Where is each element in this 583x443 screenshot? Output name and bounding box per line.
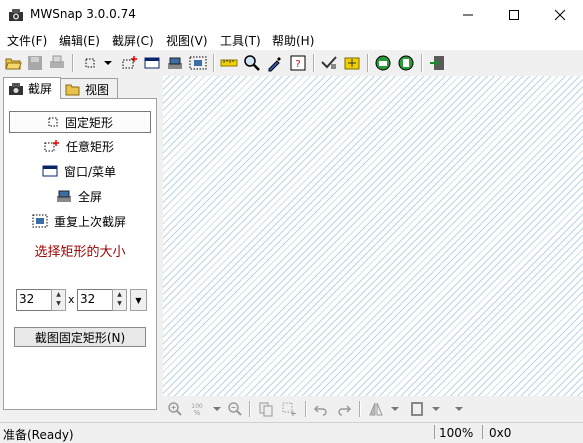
size-dropdown-button[interactable]: ▼ (130, 289, 147, 311)
status-zoom: 100% (439, 426, 474, 440)
hotkeys-icon[interactable] (343, 54, 361, 72)
window-icon[interactable] (143, 54, 161, 72)
dropdown-arrow-icon[interactable] (99, 54, 117, 72)
redo-icon[interactable] (336, 401, 352, 417)
down-arrow-icon[interactable]: ▼ (113, 299, 126, 308)
dropdown-arrow-icon[interactable] (209, 401, 225, 417)
size-separator: x (68, 293, 75, 306)
maximize-icon (509, 10, 519, 20)
repeat-icon (32, 214, 48, 228)
maximize-button[interactable] (491, 0, 537, 30)
svg-text:?: ? (295, 59, 300, 70)
width-spinner[interactable]: ▲ ▼ (51, 289, 66, 311)
up-arrow-icon[interactable]: ▲ (113, 290, 126, 299)
main-toolbar: ? (0, 50, 583, 77)
minimize-icon (463, 14, 473, 16)
height-input[interactable]: 32 (77, 289, 113, 311)
frame-icon[interactable] (409, 401, 425, 417)
zoom-percent-icon[interactable]: 100% (189, 401, 205, 417)
capture-fullscreen[interactable]: 全屏 (9, 186, 149, 206)
dropdown-arrow-icon: ▼ (135, 295, 142, 305)
up-arrow-icon[interactable]: ▲ (52, 290, 65, 299)
zoom-out-icon[interactable] (227, 401, 243, 417)
menu-help[interactable]: 帮助(H) (272, 32, 314, 49)
close-icon (554, 9, 566, 21)
fullscreen-icon (56, 190, 71, 202)
status-text: 准备(Ready) (3, 428, 74, 442)
menu-edit[interactable]: 编辑(E) (59, 32, 100, 49)
height-spinner[interactable]: ▲ ▼ (112, 289, 127, 311)
capture-window[interactable]: 窗口/菜单 (9, 161, 149, 181)
dropdown-arrow-icon[interactable] (428, 401, 444, 417)
image-canvas[interactable] (163, 76, 583, 396)
camera-icon (9, 82, 23, 95)
menu-capture[interactable]: 截屏(C) (112, 32, 154, 49)
undo-icon[interactable] (313, 401, 329, 417)
tab-label: 视图 (85, 82, 110, 97)
svg-text:%: % (194, 409, 201, 417)
exit-icon[interactable] (428, 54, 446, 72)
settings-icon[interactable] (320, 54, 338, 72)
fixed-rect-icon[interactable] (81, 54, 99, 72)
capture-repeat[interactable]: 重复上次截屏 (9, 211, 149, 231)
zoom-in-icon[interactable] (167, 401, 183, 417)
minimize-button[interactable] (445, 0, 491, 30)
print-icon[interactable] (48, 54, 66, 72)
down-arrow-icon[interactable]: ▼ (52, 299, 65, 308)
any-rect-icon[interactable] (121, 54, 139, 72)
window-icon (42, 165, 58, 177)
dropdown-arrow-icon[interactable] (387, 401, 403, 417)
view-toolbar: 100% (163, 396, 583, 422)
width-input[interactable]: 32 (16, 289, 52, 311)
close-button[interactable] (537, 0, 583, 30)
crop-icon[interactable] (281, 401, 297, 417)
title-bar: MWSnap 3.0.0.74 (0, 0, 583, 30)
dropdown-arrow-icon[interactable] (451, 401, 467, 417)
save-icon[interactable] (26, 54, 44, 72)
color-picker-icon[interactable] (266, 54, 284, 72)
any-rect-icon (44, 140, 59, 152)
tab-view[interactable]: 视图 (60, 78, 118, 99)
tab-capture[interactable]: 截屏 (3, 77, 61, 99)
folder-open-icon (65, 84, 80, 96)
magnifier-icon[interactable] (243, 54, 261, 72)
menu-tools[interactable]: 工具(T) (220, 32, 261, 49)
window-title: MWSnap 3.0.0.74 (30, 7, 136, 21)
left-panel: 截屏 视图 固定矩形 任意矩形 窗口/菜单 全屏 重复上次截屏 选择矩形的大小 … (0, 76, 163, 422)
repeat-icon[interactable] (189, 54, 207, 72)
hide-window-icon[interactable] (397, 54, 415, 72)
menu-file[interactable]: 文件(F) (7, 32, 47, 49)
capture-fixed-rect-button[interactable]: 截图固定矩形(N) (14, 327, 146, 347)
menu-view[interactable]: 视图(V) (166, 32, 208, 49)
minimize-to-tray-icon[interactable] (374, 54, 392, 72)
copy-icon[interactable] (258, 401, 274, 417)
camera-icon (9, 9, 23, 21)
menu-bar: 文件(F) 编辑(E) 截屏(C) 视图(V) 工具(T) 帮助(H) (0, 30, 583, 50)
tab-label: 截屏 (28, 82, 53, 96)
flip-icon[interactable] (368, 401, 384, 417)
capture-fixed-rect[interactable]: 固定矩形 (9, 111, 151, 133)
fixed-rect-icon (48, 117, 58, 127)
capture-panel: 固定矩形 任意矩形 窗口/菜单 全屏 重复上次截屏 选择矩形的大小 32 ▲ ▼ … (3, 98, 157, 410)
capture-any-rect[interactable]: 任意矩形 (9, 136, 149, 156)
fullscreen-icon[interactable] (166, 54, 184, 72)
help-icon[interactable]: ? (289, 54, 307, 72)
open-folder-icon[interactable] (4, 54, 22, 72)
ruler-icon[interactable] (220, 54, 238, 72)
status-bar: 准备(Ready) 100% 0x0 (0, 422, 583, 442)
size-header: 选择矩形的大小 (34, 245, 126, 260)
status-coords: 0x0 (489, 426, 512, 440)
